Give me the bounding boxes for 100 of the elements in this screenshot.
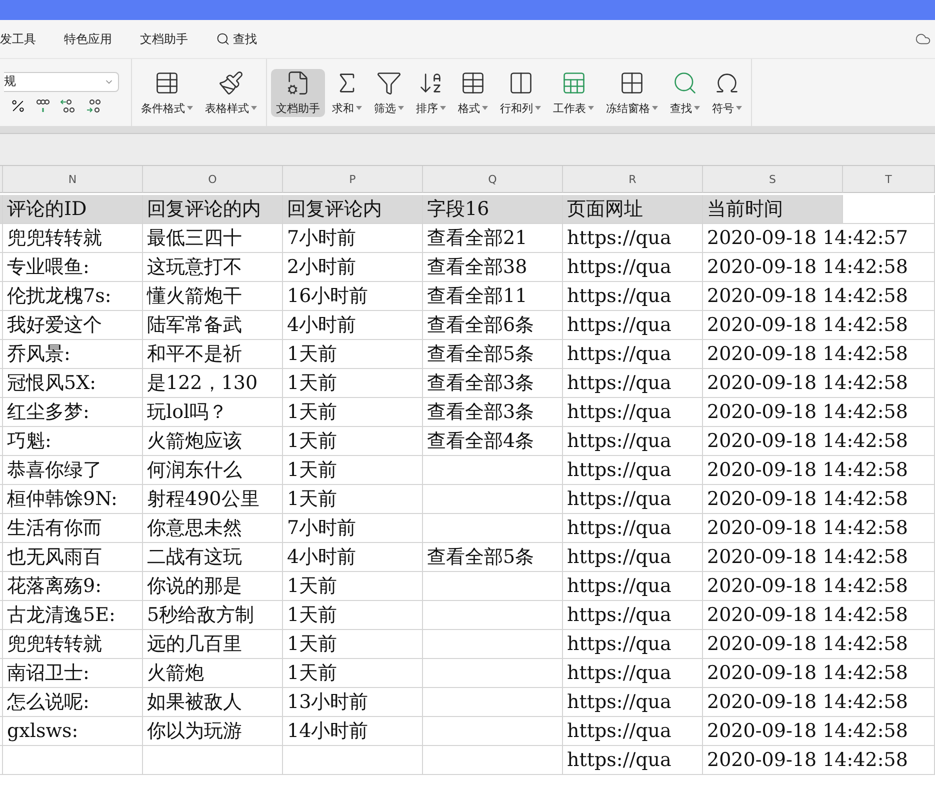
column-header[interactable]: O — [143, 166, 283, 193]
caret-icon — [482, 106, 488, 110]
table-cell: 怎么说呢: — [3, 688, 143, 717]
ribbon-button[interactable]: 求和 — [327, 68, 367, 116]
menu-tab[interactable]: 发工具 — [0, 30, 50, 48]
table-cell: 专业喂鱼: — [3, 253, 143, 282]
column-header[interactable]: Q — [423, 166, 563, 193]
table-cell: 7小时前 — [283, 514, 423, 543]
table-cell: 也无风雨百 — [3, 543, 143, 572]
table-cell: 1天前 — [283, 340, 423, 369]
table-cell: 二战有这玩 — [143, 543, 283, 572]
table-cell: 巧魁: — [3, 427, 143, 456]
table-cell: 2020-09-18 14:42:58 — [703, 746, 935, 775]
table-cell: 南诏卫士: — [3, 659, 143, 688]
table-cell: https://qua — [563, 282, 703, 311]
table-cell: 1天前 — [283, 630, 423, 659]
table-cell: 2020-09-18 14:42:58 — [703, 601, 935, 630]
search-icon — [672, 70, 698, 96]
table-cell: 花落离殇9: — [3, 572, 143, 601]
table-cell: 13小时前 — [283, 688, 423, 717]
table-cell: gxlsws: — [3, 717, 143, 746]
table-cell: 查看全部6条 — [423, 311, 563, 340]
table-cell: https://qua — [563, 427, 703, 456]
table-cell: 恭喜你绿了 — [3, 456, 143, 485]
ribbon-button[interactable]: 表格样式 — [200, 68, 262, 116]
table-cell: 生活有你而 — [3, 514, 143, 543]
table-cell: 2020-09-18 14:42:58 — [703, 688, 935, 717]
table-cell: 1天前 — [283, 427, 423, 456]
caret-icon — [736, 106, 742, 110]
column-header[interactable]: S — [703, 166, 843, 193]
table-cell: https://qua — [563, 398, 703, 427]
percent-icon[interactable] — [10, 98, 26, 114]
table-cell: 是122，130 — [143, 369, 283, 398]
table-cell: https://qua — [563, 659, 703, 688]
conditional-format-icon — [154, 70, 180, 96]
table-cell: 2020-09-18 14:42:58 — [703, 427, 935, 456]
table-cell: 4小时前 — [283, 543, 423, 572]
ribbon-button[interactable]: 条件格式 — [136, 68, 198, 116]
table-cell: 射程490公里 — [143, 485, 283, 514]
table-cell: 1天前 — [283, 369, 423, 398]
table-cell: https://qua — [563, 572, 703, 601]
table-cell: 玩lol吗？ — [143, 398, 283, 427]
table-cell: 你以为玩游 — [143, 717, 283, 746]
column-header[interactable]: P — [283, 166, 423, 193]
table-cell: 查看全部5条 — [423, 543, 563, 572]
column-header[interactable]: T — [843, 166, 935, 193]
worksheet-icon — [560, 70, 586, 96]
table-cell: https://qua — [563, 514, 703, 543]
ribbon-button[interactable]: 查找 — [665, 68, 705, 116]
table-cell: 2020-09-18 14:42:58 — [703, 659, 935, 688]
table-cell: 桓仲韩馀9N: — [3, 485, 143, 514]
table-cell: 查看全部3条 — [423, 398, 563, 427]
table-cell: 兜兜转转就 — [3, 224, 143, 253]
table-cell: https://qua — [563, 311, 703, 340]
table-cell: 火箭炮 — [143, 659, 283, 688]
menu-tab[interactable]: 查找 — [202, 30, 271, 48]
table-cell: 1天前 — [283, 485, 423, 514]
table-cell: 7小时前 — [283, 224, 423, 253]
table-cell: https://qua — [563, 601, 703, 630]
caret-icon — [694, 106, 700, 110]
ribbon-button[interactable]: 工作表 — [548, 68, 599, 116]
column-header[interactable]: R — [563, 166, 703, 193]
table-cell: https://qua — [563, 456, 703, 485]
ribbon-button[interactable]: 行和列 — [495, 68, 546, 116]
header-cell: 页面网址 — [563, 195, 703, 224]
increase-decimal-icon[interactable] — [60, 98, 76, 114]
ribbon-button[interactable]: 文档助手 — [271, 68, 325, 116]
caret-icon — [652, 106, 658, 110]
ribbon-button[interactable]: 筛选 — [369, 68, 409, 116]
caret-icon — [251, 106, 257, 110]
table-cell: 红尘多梦: — [3, 398, 143, 427]
cloud-icon[interactable] — [915, 31, 931, 47]
table-cell: 如果被敌人 — [143, 688, 283, 717]
table-cell: 1天前 — [283, 398, 423, 427]
thousands-separator-icon[interactable] — [36, 98, 50, 114]
table-cell: 查看全部3条 — [423, 369, 563, 398]
header-cell: 字段16 — [423, 195, 563, 224]
table-cell: 14小时前 — [283, 717, 423, 746]
caret-icon — [356, 106, 362, 110]
ribbon-button[interactable]: 格式 — [453, 68, 493, 116]
ribbon-button[interactable]: 冻结窗格 — [601, 68, 663, 116]
number-format-dropdown[interactable]: 规 — [4, 72, 119, 92]
format-icon — [460, 70, 486, 96]
ribbon-button[interactable]: 排序 — [411, 68, 451, 116]
decrease-decimal-icon[interactable] — [86, 98, 102, 114]
table-cell: 火箭炮应该 — [143, 427, 283, 456]
table-cell: 1天前 — [283, 572, 423, 601]
table-cell: 2020-09-18 14:42:58 — [703, 572, 935, 601]
ribbon-button[interactable]: 符号 — [707, 68, 747, 116]
table-cell: 2020-09-18 14:42:58 — [703, 514, 935, 543]
column-header[interactable]: N — [3, 166, 143, 193]
caret-icon — [440, 106, 446, 110]
header-cell: 当前时间 — [703, 195, 843, 224]
menu-tab[interactable]: 特色应用 — [50, 30, 126, 48]
table-cell: 冠恨风5X: — [3, 369, 143, 398]
table-cell: 2020-09-18 14:42:58 — [703, 398, 935, 427]
header-cell: 回复评论的内 — [143, 195, 283, 224]
menu-tab[interactable]: 文档助手 — [126, 30, 202, 48]
table-cell: https://qua — [563, 630, 703, 659]
table-cell: 查看全部21 — [423, 224, 563, 253]
